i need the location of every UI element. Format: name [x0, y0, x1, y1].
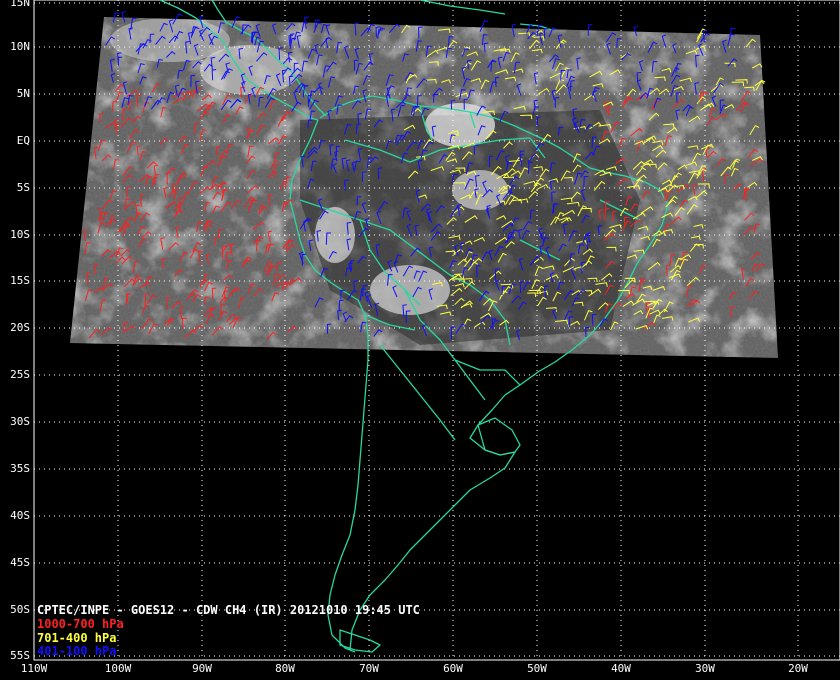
lat-label: 50S: [10, 603, 30, 616]
lat-label: 10N: [10, 40, 30, 53]
lat-label: 55S: [10, 649, 30, 662]
legend-high-level: 401-100 hPa: [37, 644, 117, 658]
lat-label: 5N: [16, 87, 30, 100]
lon-label: 30W: [695, 662, 715, 675]
lon-label: 20W: [788, 662, 808, 675]
lat-label: 40S: [10, 509, 30, 522]
lat-label: 15N: [10, 0, 30, 9]
lat-label: 10S: [10, 228, 30, 241]
lon-label: 70W: [359, 662, 379, 675]
lon-label: 100W: [104, 662, 132, 675]
lon-label: 60W: [443, 662, 463, 675]
lat-label: EQ: [16, 134, 30, 147]
legend-low-level: 1000-700 hPa: [37, 617, 124, 631]
lat-label: 30S: [10, 415, 30, 428]
lat-label: 15S: [10, 274, 30, 287]
lat-label: 5S: [16, 181, 30, 194]
lon-label: 110W: [20, 662, 48, 675]
wind-map: [33, 0, 840, 661]
lon-label: 80W: [275, 662, 295, 675]
lat-label: 20S: [10, 321, 30, 334]
lon-label: 40W: [611, 662, 631, 675]
lat-label: 35S: [10, 462, 30, 475]
lon-label: 50W: [527, 662, 547, 675]
map-title: CPTEC/INPE - GOES12 - CDW CH4 (IR) 20121…: [37, 603, 420, 617]
lat-label: 25S: [10, 368, 30, 381]
lon-label: 90W: [192, 662, 212, 675]
lat-label: 45S: [10, 556, 30, 569]
